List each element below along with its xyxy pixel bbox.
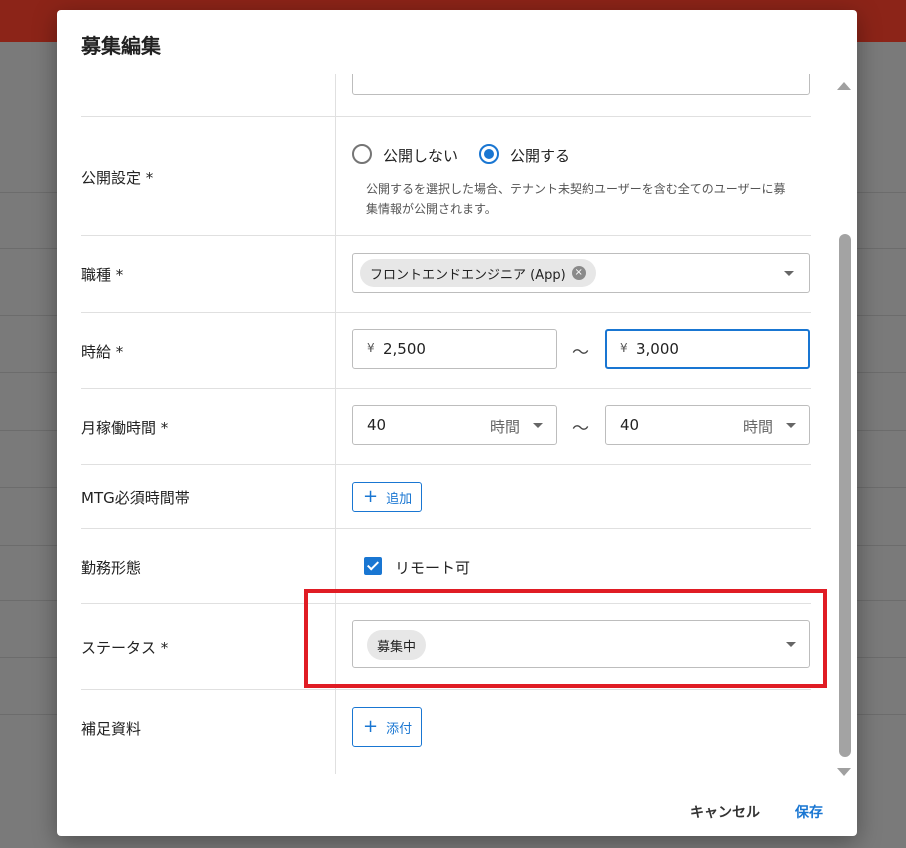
form-row-work-style: 勤務形態 リモート可 <box>81 529 811 604</box>
status-label: ステータス * <box>81 639 169 657</box>
radio-publish-off[interactable] <box>352 144 372 164</box>
form-row-monthly-hours: 月稼働時間 * 40 時間 〜 40 時間 <box>81 389 811 465</box>
work-style-label: 勤務形態 <box>81 559 142 577</box>
monthly-hours-max-unit: 時間 <box>743 418 774 436</box>
chevron-down-icon[interactable] <box>786 423 796 428</box>
monthly-hours-min-select[interactable]: 40 時間 <box>352 405 557 445</box>
scrollbar-thumb[interactable] <box>839 234 851 757</box>
save-button[interactable]: 保存 <box>795 802 823 822</box>
range-separator: 〜 <box>572 419 589 439</box>
add-mtg-time-label: 追加 <box>386 491 413 507</box>
radio-publish-off-label[interactable]: 公開しない <box>383 145 458 166</box>
radio-publish-on-label[interactable]: 公開する <box>510 145 570 166</box>
plus-icon: + <box>363 716 379 737</box>
dialog-title: 募集編集 <box>81 34 161 58</box>
monthly-hours-max-value: 40 <box>620 416 640 434</box>
attach-button[interactable]: + 添付 <box>352 707 422 747</box>
form-row-previous <box>81 74 811 117</box>
chevron-down-icon[interactable] <box>784 271 794 276</box>
status-chip: 募集中 <box>367 630 427 660</box>
chevron-down-icon[interactable] <box>533 423 543 428</box>
yen-icon: ¥ <box>620 341 628 355</box>
scroll-down-arrow[interactable] <box>837 768 851 776</box>
form-row-attachments: 補足資料 + 添付 <box>81 690 811 774</box>
cancel-button[interactable]: キャンセル <box>690 802 760 822</box>
scroll-up-arrow[interactable] <box>837 82 851 90</box>
publish-label: 公開設定 * <box>81 169 154 187</box>
form-row-status: ステータス * 募集中 <box>81 604 811 690</box>
radio-publish-on[interactable] <box>479 144 499 164</box>
clear-icon[interactable]: × <box>571 266 586 280</box>
job-type-label: 職種 * <box>81 266 124 284</box>
remote-checkbox[interactable] <box>364 557 382 575</box>
add-mtg-time-button[interactable]: + 追加 <box>352 482 422 512</box>
status-select[interactable]: 募集中 <box>352 620 810 668</box>
publish-helper-line: 公開するを選択した場合、テナント未契約ユーザーを含む全てのユーザーに募 <box>366 182 786 196</box>
previous-field[interactable] <box>352 74 810 95</box>
form-row-hourly-wage: 時給 * ¥ 2,500 〜 ¥ 3,000 <box>81 313 811 389</box>
attach-button-label: 添付 <box>386 721 413 737</box>
form-row-mtg-time: MTG必須時間帯 + 追加 <box>81 465 811 529</box>
yen-icon: ¥ <box>367 341 375 355</box>
hourly-wage-min-value: 2,500 <box>383 340 426 358</box>
publish-helper-line: 集情報が公開されます。 <box>366 202 497 216</box>
hourly-wage-max-input[interactable]: ¥ 3,000 <box>605 329 810 369</box>
hourly-wage-min-input[interactable]: ¥ 2,500 <box>352 329 557 369</box>
monthly-hours-min-unit: 時間 <box>490 418 521 436</box>
job-type-chip-label: フロントエンドエンジニア (App) <box>370 267 566 283</box>
form-row-job-type: 職種 * フロントエンドエンジニア (App) × <box>81 236 811 313</box>
remote-checkbox-label[interactable]: リモート可 <box>395 557 470 578</box>
monthly-hours-max-select[interactable]: 40 時間 <box>605 405 810 445</box>
attachments-label: 補足資料 <box>81 720 142 738</box>
job-type-chip: フロントエンドエンジニア (App) × <box>360 259 596 287</box>
plus-icon: + <box>363 486 379 507</box>
edit-dialog: 募集編集 公開設定 * 公開しない 公開する 公開するを選択した場合、テナント未… <box>57 10 857 836</box>
range-separator: 〜 <box>572 343 589 363</box>
form-content: 公開設定 * 公開しない 公開する 公開するを選択した場合、テナント未契約ユーザ… <box>81 74 811 774</box>
form-row-publish: 公開設定 * 公開しない 公開する 公開するを選択した場合、テナント未契約ユーザ… <box>81 117 811 236</box>
chevron-down-icon[interactable] <box>786 642 796 647</box>
monthly-hours-min-value: 40 <box>367 416 387 434</box>
hourly-wage-max-value: 3,000 <box>636 340 679 358</box>
publish-helper-text: 公開するを選択した場合、テナント未契約ユーザーを含む全てのユーザーに募 集情報が… <box>366 179 806 219</box>
job-type-select[interactable]: フロントエンドエンジニア (App) × <box>352 253 810 293</box>
status-chip-label: 募集中 <box>377 639 417 655</box>
hourly-wage-label: 時給 * <box>81 343 124 361</box>
mtg-time-label: MTG必須時間帯 <box>81 489 190 507</box>
monthly-hours-label: 月稼働時間 * <box>81 419 169 437</box>
